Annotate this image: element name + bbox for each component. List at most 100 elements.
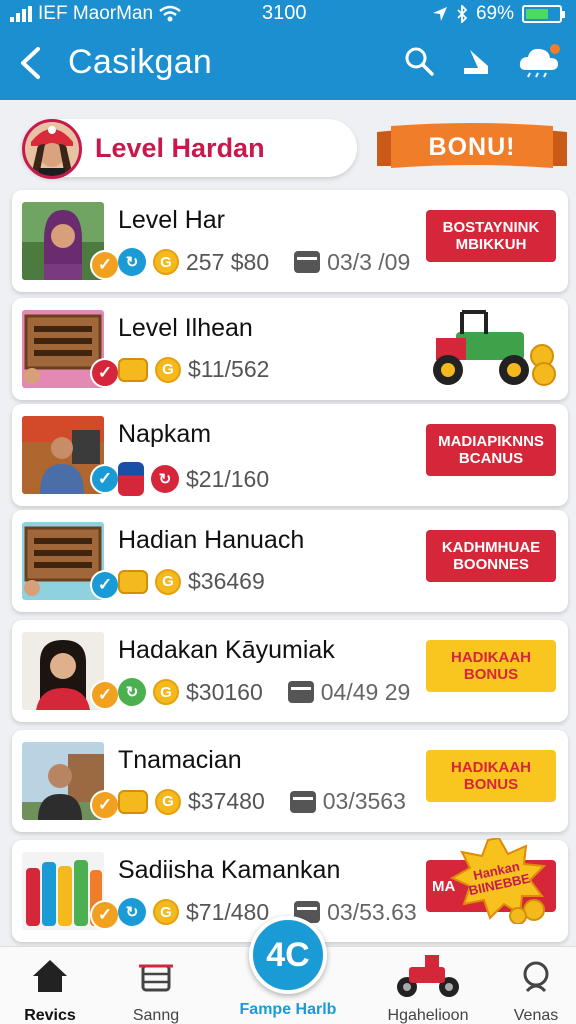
bonus-button[interactable]: HADIKAAH BONUS [426, 640, 556, 692]
card-date: 03/3563 [322, 788, 406, 814]
bonus-label: BONU! [428, 133, 516, 161]
card-title: Level Ilhean [118, 314, 253, 342]
coin-icon: G [153, 899, 179, 925]
status-bar: IEF MaorMan 3100 69% [0, 0, 576, 30]
list-item[interactable]: ✓ Hadian Hanuach G $36469 KADHMHUAE BOON… [12, 510, 568, 612]
card-meta: ↻ G 257 $80 03/3 /09 [118, 248, 410, 276]
refresh-icon: ↻ [118, 248, 146, 276]
center-action-button[interactable]: 4C [249, 916, 327, 994]
badge-icon: ✓ [90, 464, 120, 494]
card-amount: 257 $80 [186, 248, 270, 275]
search-icon [523, 961, 549, 993]
back-button[interactable] [18, 46, 42, 85]
status-time: 3100 [262, 2, 307, 24]
card-meta: G $36469 [118, 568, 265, 595]
avatar [22, 119, 82, 179]
starburst-badge: Hankan BIINEBBE [444, 836, 554, 925]
wifi-icon [159, 5, 181, 22]
basket-icon [139, 964, 173, 992]
bonus-button[interactable]: HADIKAAH BONUS [426, 750, 556, 802]
badge-icon: ✓ [90, 680, 120, 710]
card-date: 03/3 /09 [327, 248, 411, 275]
card-title: Hadakan Kāyumiak [118, 636, 335, 664]
app-bar: Casikgan [0, 30, 576, 100]
center-action-label: Fampe Harlb [239, 1001, 337, 1018]
search-button[interactable] [404, 46, 434, 81]
badge-icon: ✓ [90, 570, 120, 600]
gold-stack-icon [118, 789, 148, 814]
vehicle-icon [397, 955, 459, 997]
list-item[interactable]: ✓ Level Har ↻ G 257 $80 03/3 /09 BOSTAYN… [12, 190, 568, 292]
refresh-icon: ↻ [118, 898, 146, 926]
battery-percent: 69% [475, 3, 514, 24]
bonus-button[interactable]: KADHMHUAE BOONNES [426, 530, 556, 582]
profile-name: Level Hardan [95, 133, 265, 163]
card-title: Napkam [118, 420, 212, 448]
bluetooth-icon [457, 5, 468, 23]
signal-icon [10, 6, 32, 22]
nav-label: Revics [24, 1007, 76, 1024]
nav-label: Venas [513, 1007, 559, 1024]
card-title: Hadian Hanuach [118, 526, 305, 554]
list-item[interactable]: ✓ Hadakan Kāyumiak ↻ G $30160 04/49 29 H… [12, 620, 568, 722]
card-title: Tnamacian [118, 746, 242, 774]
cloud-icon [519, 44, 560, 78]
list-item[interactable]: ✓ Tnamacian G $37480 03/3563 HADIKAAH BO… [12, 730, 568, 832]
card-amount: $11/562 [188, 356, 270, 382]
card-meta: G $11/562 [118, 356, 269, 383]
profile-header[interactable]: Level Hardan [22, 119, 357, 179]
card-meta: ↻ G $30160 04/49 29 [118, 678, 410, 706]
calendar-icon [289, 790, 316, 813]
home-icon [33, 960, 67, 992]
coin-icon: G [155, 568, 181, 595]
card-amount: $37480 [188, 788, 265, 814]
refresh-icon: ↻ [118, 678, 146, 706]
chevron-left-icon [21, 47, 40, 79]
share-button[interactable] [460, 44, 492, 83]
card-title: Level Har [118, 206, 225, 234]
card-amount: $36469 [188, 568, 265, 594]
card-meta: ↻ $21/160 [118, 462, 269, 496]
refresh-icon: ↻ [151, 465, 179, 493]
coin-icon: G [153, 249, 179, 275]
battery-fill [526, 9, 549, 19]
badge-icon: ✓ [90, 250, 120, 280]
nav-item-home[interactable]: Revics [0, 953, 100, 1024]
location-icon [432, 7, 447, 21]
nav-item-vehicle[interactable]: Hgahelioon [378, 953, 478, 1024]
card-date: 04/49 29 [320, 678, 411, 705]
card-meta: G $37480 03/3563 [118, 788, 406, 815]
nav-label: Hgahelioon [387, 1007, 469, 1024]
calendar-icon [287, 681, 314, 703]
card-amount: $30160 [186, 678, 263, 705]
bonus-button[interactable]: MADIAPIKNNS BCANUS [426, 424, 556, 476]
coin-icon: G [155, 788, 181, 815]
nav-item-shopping[interactable]: Sanng [106, 953, 206, 1024]
tractor-image [426, 308, 556, 390]
calendar-icon [294, 251, 321, 273]
drink-can-icon [118, 462, 144, 496]
page-title: Casikgan [68, 43, 213, 81]
bonus-button[interactable]: BOSTAYNINK MBIKKUH [426, 210, 556, 262]
carrier-label: IEF MaorMan [38, 3, 154, 24]
list-item[interactable]: ✓ Napkam ↻ $21/160 MADIAPIKNNS BCANUS [12, 404, 568, 506]
card-title: Sadiisha Kamankan [118, 856, 341, 884]
battery-icon [522, 5, 565, 23]
bonus-ribbon[interactable]: BONU! [377, 122, 567, 174]
gold-stack-icon [118, 569, 148, 594]
badge-icon: ✓ [90, 900, 120, 930]
search-icon [405, 47, 434, 76]
nav-label: Sanng [132, 1007, 180, 1024]
coin-icon: G [153, 679, 179, 705]
share-icon [464, 50, 488, 74]
card-date: 03/53.63 [327, 898, 417, 925]
weather-button[interactable] [518, 44, 560, 83]
nav-item-search[interactable]: Venas [486, 953, 576, 1024]
gold-stack-icon [118, 357, 148, 382]
card-amount: $21/160 [186, 465, 270, 492]
badge-icon: ✓ [90, 358, 120, 388]
coin-icon: G [155, 356, 181, 383]
card-amount: $71/480 [186, 898, 270, 925]
list-item[interactable]: ✓ Level Ilhean G $11/562 [12, 298, 568, 400]
badge-icon: ✓ [90, 790, 120, 820]
